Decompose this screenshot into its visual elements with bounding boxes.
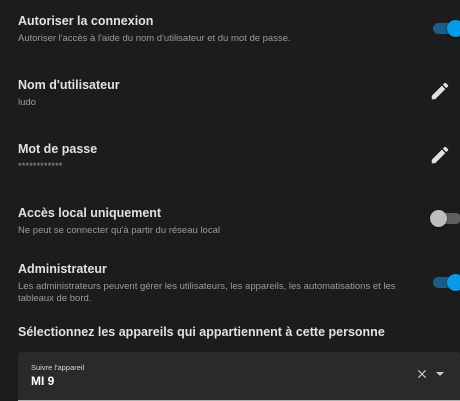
close-icon[interactable]	[415, 367, 429, 381]
admin-description: Les administrateurs peuvent gérer les ut…	[18, 281, 396, 304]
password-label: Mot de passe	[18, 142, 98, 156]
allow-login-title: Autoriser la connexion	[18, 14, 154, 28]
local-only-title: Accès local uniquement	[18, 206, 162, 220]
devices-heading: Sélectionnez les appareils qui appartien…	[18, 325, 385, 339]
device-select-value: MI 9	[31, 374, 55, 388]
local-only-row: Accès local uniquement Ne peut se connec…	[18, 206, 460, 237]
edit-password-button[interactable]	[429, 144, 451, 166]
password-value: ************	[18, 161, 63, 172]
pencil-icon	[431, 82, 449, 100]
local-only-toggle[interactable]	[430, 210, 460, 227]
edit-username-button[interactable]	[429, 80, 451, 102]
username-label: Nom d'utilisateur	[18, 78, 120, 92]
chevron-down-icon[interactable]	[436, 372, 444, 376]
device-select[interactable]: Suivre l'appareil MI 9	[18, 352, 460, 401]
devices-heading-row: Sélectionnez les appareils qui appartien…	[18, 325, 460, 339]
password-row: Mot de passe ************	[18, 142, 460, 173]
admin-toggle[interactable]	[433, 274, 460, 291]
admin-title: Administrateur	[18, 262, 107, 276]
toggle-knob	[430, 210, 447, 227]
allow-login-toggle[interactable]	[433, 20, 460, 37]
username-row: Nom d'utilisateur ludo	[18, 78, 460, 109]
allow-login-row: Autoriser la connexion Autoriser l'accès…	[18, 14, 460, 45]
pencil-icon	[431, 146, 449, 164]
username-value: ludo	[18, 97, 36, 108]
local-only-description: Ne peut se connecter qu'à partir du rése…	[18, 225, 220, 236]
admin-row: Administrateur Les administrateurs peuve…	[18, 262, 414, 304]
toggle-knob	[447, 274, 460, 291]
toggle-knob	[447, 20, 460, 37]
allow-login-description: Autoriser l'accès à l'aide du nom d'util…	[18, 33, 291, 44]
device-select-label: Suivre l'appareil	[31, 363, 85, 372]
